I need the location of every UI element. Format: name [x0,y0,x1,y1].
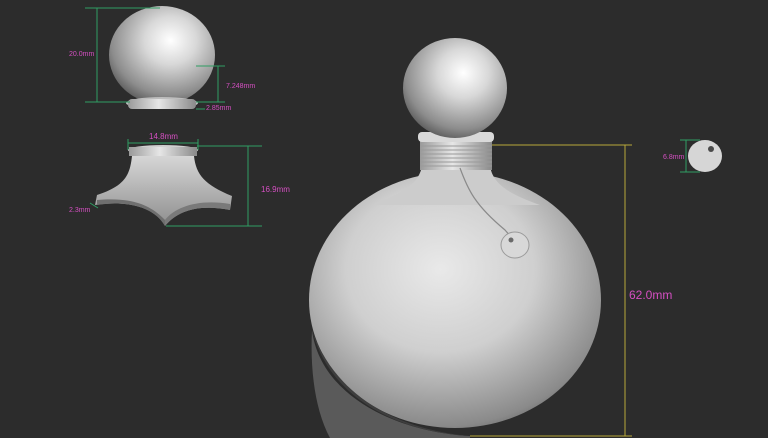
base-foot-thickness-label: 2.3mm [69,207,91,214]
3d-viewport[interactable]: 20.0mm 7.248mm 2.85mm 14.8mm 16.9mm 2.3m… [0,0,768,438]
scene-canvas: 20.0mm 7.248mm 2.85mm 14.8mm 16.9mm 2.3m… [69,6,722,438]
tag-model[interactable] [688,140,722,172]
bottle-model[interactable] [309,38,601,438]
bottle-height-label: 62.0mm [629,288,672,302]
stopper-model[interactable] [109,6,215,109]
tag-diameter-label: 6.8mm [663,154,685,161]
base-height-label: 16.9mm [261,185,290,194]
sphere-height-label: 20.0mm [69,51,94,58]
base-model[interactable] [95,145,232,226]
stopper-neck-height-label: 7.248mm [226,83,255,90]
stopper-ring-height-label: 2.85mm [206,105,231,112]
base-top-width-label: 14.8mm [149,132,178,141]
